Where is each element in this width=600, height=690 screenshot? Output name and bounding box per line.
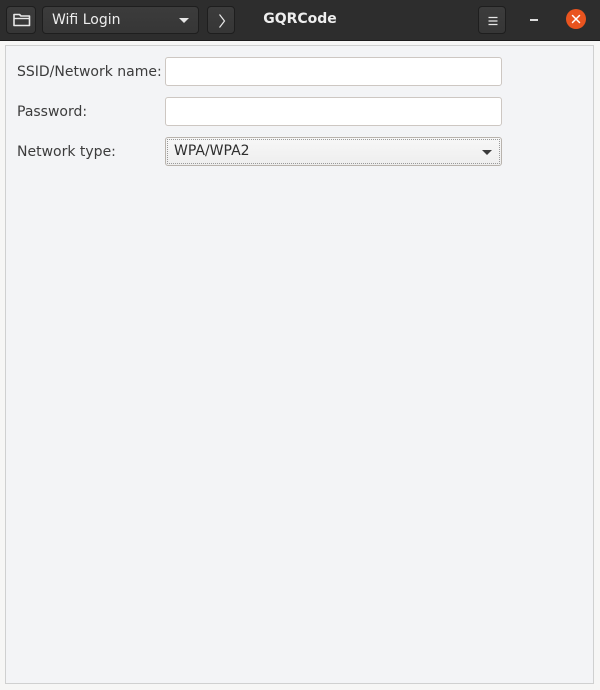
form-panel: SSID/Network name: Password: Network typ… <box>5 45 594 684</box>
folder-open-icon <box>13 13 31 27</box>
close-icon <box>571 14 581 24</box>
close-button[interactable] <box>566 9 586 29</box>
network-type-label: Network type: <box>17 144 116 160</box>
header-bar: Wifi Login GQRCode <box>0 0 600 41</box>
open-button[interactable] <box>6 6 36 34</box>
password-label: Password: <box>17 104 88 120</box>
chevron-down-icon <box>179 18 189 23</box>
code-type-dropdown[interactable]: Wifi Login <box>42 6 199 34</box>
window-title: GQRCode <box>263 11 337 27</box>
ssid-input[interactable] <box>165 57 502 86</box>
network-type-selected: WPA/WPA2 <box>174 143 250 159</box>
minimize-button[interactable] <box>530 19 538 21</box>
chevron-down-icon <box>482 150 492 155</box>
app-window: Wifi Login GQRCode SSID/Network name: Pa… <box>0 0 600 690</box>
menu-button[interactable] <box>478 6 506 34</box>
ssid-label: SSID/Network name: <box>17 64 162 80</box>
hamburger-menu-icon <box>488 16 498 26</box>
network-type-dropdown[interactable]: WPA/WPA2 <box>165 137 502 166</box>
code-type-selected: Wifi Login <box>52 12 121 28</box>
password-input[interactable] <box>165 97 502 126</box>
